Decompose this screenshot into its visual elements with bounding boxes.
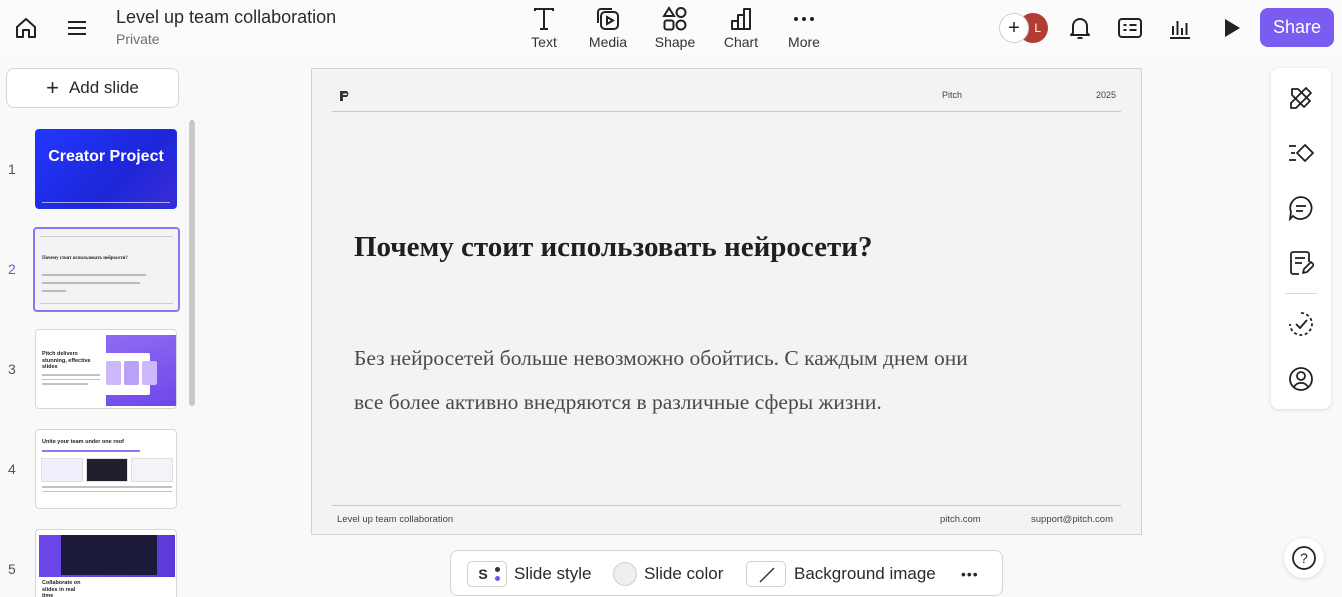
media-icon [597, 8, 619, 30]
analytics-icon[interactable] [1167, 15, 1193, 41]
bell-icon[interactable] [1067, 15, 1093, 41]
pitch-logo-icon [338, 89, 352, 103]
slide-number: 4 [8, 461, 16, 477]
thumbnail-footer-rule [40, 303, 173, 304]
chart-tool-button[interactable]: Chart [709, 6, 773, 50]
slide-thumbnail-3[interactable]: Pitch delivers stunning, effective slide… [35, 329, 177, 409]
background-image-label: Background image [794, 564, 936, 583]
thumbnail-title: Pitch delivers stunning, effective slide… [42, 351, 91, 370]
background-image-icon [746, 561, 786, 587]
toolbar-more-icon[interactable]: ••• [961, 551, 979, 597]
slide-footer-email: support@pitch.com [1031, 514, 1113, 525]
design-tools-icon[interactable] [1288, 85, 1314, 111]
thumbnail-header-rule [40, 236, 173, 237]
thumbnail-footer-rule [42, 202, 170, 203]
thumbnail-title: Collaborate on slides in real time [42, 580, 81, 597]
help-button[interactable]: ? [1284, 538, 1324, 578]
slide-thumbnail-row[interactable]: 5 Collaborate on slides in real time [0, 529, 190, 597]
slide-thumbnail-row[interactable]: 4 Unite your team under one roof [0, 429, 190, 513]
thumbnail-body-lines [42, 486, 172, 492]
thumbnail-title: Unite your team under one roof [42, 439, 124, 445]
thumbnail-image [100, 335, 176, 406]
background-image-button[interactable]: Background image [746, 551, 936, 597]
text-tool-button[interactable]: Text [512, 6, 576, 50]
more-tool-label: More [788, 34, 820, 50]
slide-thumbnail-row[interactable]: 1 Creator Project [0, 129, 190, 213]
share-button[interactable]: Share [1260, 8, 1334, 47]
thumbnail-image [39, 535, 175, 577]
checklist-icon[interactable] [1288, 311, 1314, 337]
animate-icon[interactable] [1288, 140, 1314, 166]
thumbnail-card [131, 458, 173, 482]
rail-divider [1285, 293, 1317, 294]
notes-icon[interactable] [1288, 250, 1315, 276]
slide-color-button[interactable]: Slide color [613, 551, 723, 597]
slide-number: 5 [8, 561, 16, 577]
speaker-notes-icon[interactable] [1117, 15, 1143, 41]
add-slide-label: Add slide [68, 78, 139, 97]
slide-footer-title: Level up team collaboration [337, 514, 454, 525]
slide-canvas[interactable]: Pitch 2025 Почему стоит использовать ней… [311, 68, 1142, 535]
slide-body-text[interactable]: Без нейросетей больше невозможно обойтис… [354, 336, 974, 424]
thumbnail-title: Creator Project [48, 148, 164, 165]
shape-icon [662, 6, 687, 31]
thumbnail-card [86, 458, 128, 482]
top-bar: Level up team collaboration Private Text… [0, 0, 1342, 56]
help-icon: ? [1292, 546, 1316, 570]
slide-properties-toolbar: S Slide style Slide color Background ima… [450, 550, 1003, 596]
slide-color-swatch [613, 562, 637, 586]
plus-icon: + [46, 75, 59, 100]
slide-color-label: Slide color [644, 564, 724, 583]
home-icon[interactable] [14, 16, 38, 40]
slide-header-year: 2025 [1096, 90, 1117, 100]
thumbnail-body-lines [42, 374, 102, 385]
text-icon [534, 8, 554, 30]
thumbnail-title: Почему стоит использовать нейросети? [42, 256, 128, 261]
document-title[interactable]: Level up team collaboration [116, 7, 336, 28]
add-slide-button[interactable]: + Add slide [6, 68, 179, 108]
shape-tool-label: Shape [654, 34, 696, 50]
account-icon[interactable] [1288, 366, 1314, 392]
thumbnail-subtitle-line [42, 450, 140, 452]
slide-thumbnail-row[interactable]: 3 Pitch delivers stunning, effective sli… [0, 329, 190, 413]
slide-number: 2 [8, 261, 16, 277]
chart-tool-label: Chart [723, 34, 759, 50]
media-tool-label: Media [588, 34, 628, 50]
menu-icon[interactable] [66, 16, 88, 40]
chart-icon [731, 8, 751, 30]
text-tool-label: Text [531, 34, 557, 50]
slide-style-button[interactable]: S Slide style [467, 551, 591, 597]
document-visibility[interactable]: Private [116, 31, 160, 47]
scrollbar-thumb[interactable] [189, 122, 195, 406]
add-collaborator-button[interactable]: + [999, 13, 1029, 43]
more-icon [794, 17, 814, 21]
slide-number: 3 [8, 361, 16, 377]
shape-tool-button[interactable]: Shape [643, 6, 707, 50]
slide-footer-website: pitch.com [940, 514, 981, 525]
slide-title[interactable]: Почему стоит использовать нейросети? [354, 231, 872, 264]
slide-thumbnail-1[interactable]: Creator Project [35, 129, 177, 209]
collaborators: L + [999, 13, 1049, 43]
more-tool-button[interactable]: More [772, 6, 836, 50]
thumbnail-body-lines [42, 274, 152, 292]
thumbnail-card [41, 458, 83, 482]
slide-thumbnail-row[interactable]: 2 Почему стоит использовать нейросети? [0, 227, 190, 313]
slide-thumbnail-2[interactable]: Почему стоит использовать нейросети? [33, 227, 180, 312]
slide-thumbnail-4[interactable]: Unite your team under one roof [35, 429, 177, 509]
svg-text:?: ? [1300, 550, 1308, 566]
slide-number: 1 [8, 161, 16, 177]
present-play-icon[interactable] [1219, 15, 1245, 41]
slide-thumbnail-5[interactable]: Collaborate on slides in real time [35, 529, 177, 597]
media-tool-button[interactable]: Media [576, 6, 640, 50]
right-sidebar [1271, 68, 1331, 409]
slide-style-icon: S [467, 561, 507, 587]
slide-style-label: Slide style [514, 564, 592, 583]
comment-icon[interactable] [1288, 195, 1314, 222]
slide-footer-divider [332, 505, 1121, 506]
slide-header-divider [332, 111, 1121, 112]
slide-header-brand: Pitch [942, 90, 963, 100]
